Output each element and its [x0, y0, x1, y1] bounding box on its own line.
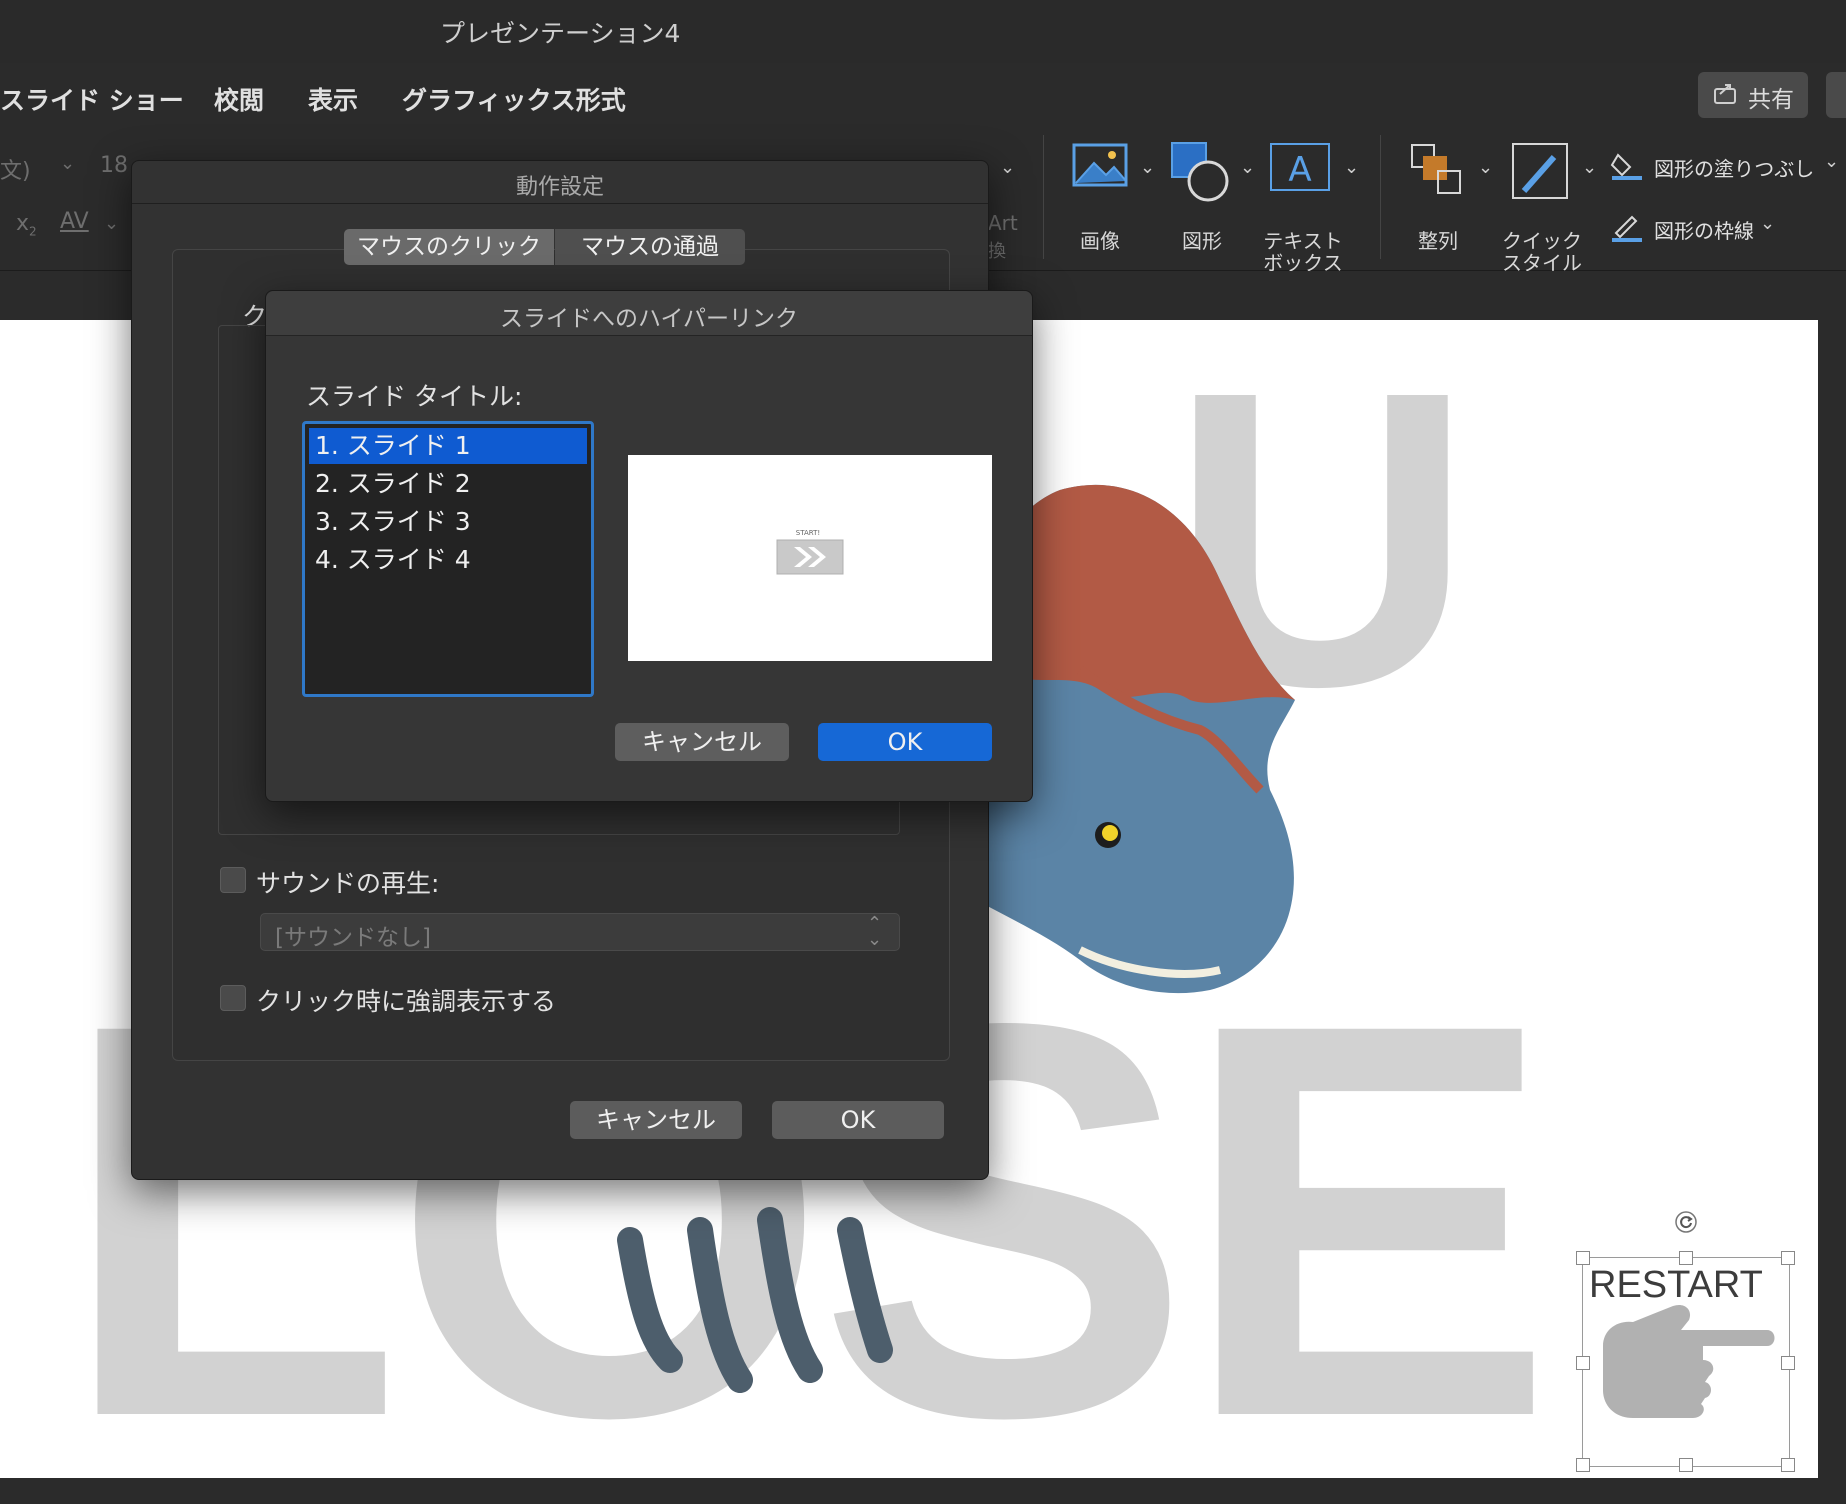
action-cancel-button[interactable]: キャンセル: [570, 1101, 742, 1139]
resize-handle[interactable]: [1576, 1356, 1590, 1370]
window-titlebar: プレゼンテーション4: [0, 0, 1846, 64]
wordart-label-2: 換: [988, 241, 1006, 262]
resize-handle[interactable]: [1781, 1251, 1795, 1265]
tab-slideshow[interactable]: スライド ショー: [0, 81, 184, 117]
dialog-divider: [132, 203, 988, 204]
share-label: 共有: [1748, 87, 1794, 113]
window-title: プレゼンテーション4: [440, 19, 681, 48]
paint-bucket-icon: [1610, 153, 1642, 180]
quick-styles-icon: [1512, 143, 1568, 199]
textbox-chevron-icon: ⌄: [1344, 157, 1360, 178]
sound-select[interactable]: [サウンドなし] ⌃ ⌄: [260, 913, 900, 951]
extra-toolbar-button[interactable]: [1826, 72, 1846, 118]
shape-chevron-icon: ⌄: [1240, 157, 1256, 178]
sound-select-value: [サウンドなし]: [275, 925, 431, 951]
quick-styles-chevron-icon: ⌄: [1582, 157, 1598, 178]
pointing-hand-icon: [1603, 1304, 1775, 1418]
insert-textbox-button[interactable]: A ⌄ テキスト ボックス: [1263, 141, 1366, 275]
shape-label: 図形: [1182, 229, 1222, 253]
slide-title-label: スライド タイトル:: [306, 382, 523, 411]
shape-outline-button[interactable]: 図形の枠線 ⌄: [1610, 211, 1846, 247]
hyperlink-dialog-title: スライドへのハイパーリンク: [499, 306, 799, 332]
slide-list-item[interactable]: 2. スライド 2: [315, 466, 471, 502]
highlight-click-label: クリック時に強調表示する: [256, 987, 557, 1016]
svg-text:A: A: [1288, 150, 1311, 190]
arrange-chevron-icon: ⌄: [1478, 157, 1494, 178]
shape-fill-label: 図形の塗りつぶし: [1654, 157, 1815, 181]
shape-outline-chevron-icon: ⌄: [1760, 213, 1776, 234]
hyperlink-cancel-button[interactable]: キャンセル: [615, 723, 789, 761]
char-spacing-chevron-icon[interactable]: ⌄: [104, 213, 119, 234]
resize-handle[interactable]: [1679, 1458, 1693, 1472]
resize-handle[interactable]: [1576, 1458, 1590, 1472]
play-sound-label: サウンドの再生:: [256, 869, 440, 898]
action-ok-button[interactable]: OK: [772, 1101, 944, 1139]
arrange-label: 整列: [1418, 229, 1458, 253]
preview-start-button-icon: [776, 539, 844, 575]
resize-handle[interactable]: [1679, 1251, 1693, 1265]
resize-handle[interactable]: [1781, 1458, 1795, 1472]
hyperlink-to-slide-dialog: スライドへのハイパーリンク スライド タイトル: 1. スライド 1 2. スラ…: [265, 290, 1033, 802]
slide-list[interactable]: 1. スライド 1 2. スライド 2 3. スライド 3 4. スライド 4: [302, 421, 594, 697]
slide-list-item[interactable]: 1. スライド 1: [315, 428, 471, 464]
ribbon-divider: [1380, 135, 1381, 259]
rotate-handle-icon[interactable]: [1674, 1210, 1698, 1234]
insert-shape-button[interactable]: ⌄ 図形: [1170, 141, 1270, 253]
slide-list-item[interactable]: 4. スライド 4: [315, 542, 471, 578]
slide-preview: START!: [628, 455, 992, 661]
share-button[interactable]: 共有: [1698, 72, 1808, 118]
tab-view[interactable]: 表示: [308, 81, 358, 117]
tab-graphics-format[interactable]: グラフィックス形式: [402, 81, 626, 117]
insert-image-button[interactable]: ⌄ 画像: [1068, 141, 1168, 253]
slide-list-item[interactable]: 3. スライド 3: [315, 504, 471, 540]
resize-handle[interactable]: [1781, 1356, 1795, 1370]
textbox-icon: A: [1270, 143, 1330, 191]
font-size-field[interactable]: 18: [100, 153, 128, 178]
action-dialog-title: 動作設定: [515, 175, 604, 200]
highlight-click-checkbox[interactable]: [220, 985, 246, 1011]
ribbon-divider: [1043, 135, 1044, 259]
quick-styles-button[interactable]: ⌄ クイック スタイル: [1502, 141, 1608, 275]
share-icon: [1714, 84, 1736, 104]
subscript-icon[interactable]: x2: [16, 211, 37, 238]
shape-fill-chevron-icon: ⌄: [1824, 151, 1840, 172]
tab-mouse-click[interactable]: マウスのクリック: [344, 229, 554, 265]
arrange-button[interactable]: ⌄ 整列: [1408, 141, 1508, 253]
font-name-chevron-icon[interactable]: ⌄: [60, 153, 75, 174]
tab-review[interactable]: 校閲: [214, 81, 264, 117]
preview-start-text: START!: [795, 529, 821, 537]
stepper-arrows-icon: ⌃ ⌄: [867, 913, 883, 950]
tab-mouse-over[interactable]: マウスの通過: [555, 229, 745, 265]
image-icon: [1072, 143, 1128, 187]
image-chevron-icon: ⌄: [1140, 157, 1156, 178]
shape-fill-button[interactable]: 図形の塗りつぶし ⌄: [1610, 149, 1846, 185]
image-label: 画像: [1080, 229, 1120, 253]
resize-handle[interactable]: [1576, 1251, 1590, 1265]
wordart-chevron-icon[interactable]: ⌄: [1000, 157, 1015, 178]
char-spacing-icon[interactable]: AV: [60, 209, 89, 234]
hyperlink-ok-button[interactable]: OK: [818, 723, 992, 761]
shape-outline-label: 図形の枠線: [1654, 219, 1754, 243]
dinosaur-claw-image: [617, 1207, 893, 1393]
arrange-icon: [1411, 144, 1461, 194]
font-name-field[interactable]: 文): [0, 153, 31, 185]
restart-shape-selection[interactable]: RESTART: [1576, 1211, 1795, 1472]
pen-icon: [1612, 215, 1642, 242]
shape-icon: [1171, 142, 1229, 202]
ribbon-tabs: スライド ショー 校閲 表示 グラフィックス形式: [0, 63, 1846, 127]
wordart-label: Art: [988, 211, 1018, 235]
play-sound-checkbox[interactable]: [220, 867, 246, 893]
